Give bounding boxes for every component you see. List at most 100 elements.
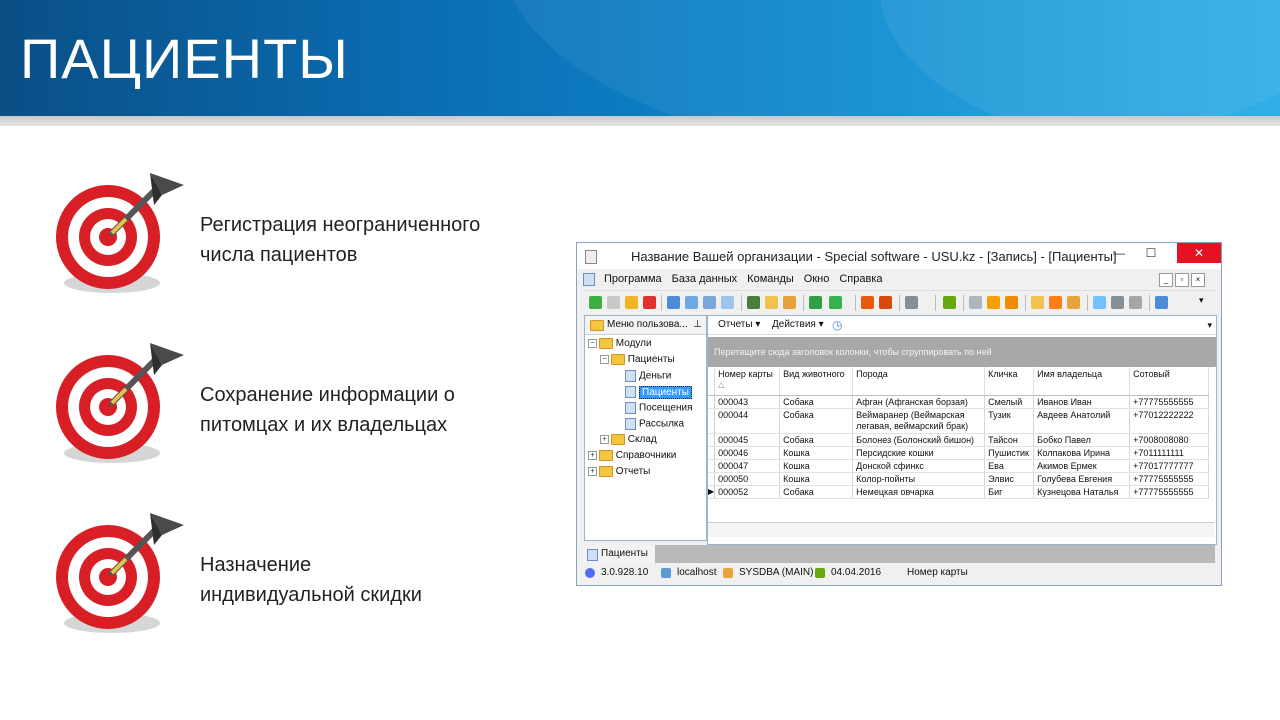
row-selector[interactable] xyxy=(708,408,716,434)
mdi-minimize-button[interactable]: _ xyxy=(1159,273,1173,287)
group-icon[interactable] xyxy=(747,296,760,309)
sound-icon[interactable] xyxy=(905,296,918,309)
cell-species[interactable]: Кошка xyxy=(779,446,854,460)
chevron-down-icon[interactable]: ▾ xyxy=(1207,316,1212,334)
cell-species[interactable]: Собака xyxy=(779,395,854,409)
cell-owner[interactable]: Иванов Иван xyxy=(1033,395,1131,409)
tree-node-warehouse[interactable]: + Склад xyxy=(600,434,657,445)
cell-breed[interactable]: Афган (Афганская борзая) xyxy=(852,395,986,409)
expand-icon[interactable]: + xyxy=(588,467,597,476)
cell-breed[interactable]: Персидские кошки xyxy=(852,446,986,460)
table-row[interactable]: 000043 Собака Афган (Афганская борзая) С… xyxy=(708,395,1210,409)
chevron-down-icon[interactable]: ▾ xyxy=(1199,295,1204,306)
table-row[interactable]: 000046 Кошка Персидские кошки Пушистик К… xyxy=(708,446,1210,460)
add-icon[interactable] xyxy=(589,296,602,309)
cell-breed[interactable]: Колор-пойнты xyxy=(852,472,986,486)
tab-patients[interactable]: Пациенты xyxy=(583,545,655,563)
row-selector[interactable] xyxy=(708,395,716,409)
row-selector[interactable] xyxy=(708,459,716,473)
cell-owner[interactable]: Акимов Ермек xyxy=(1033,459,1131,473)
tree-node-patients[interactable]: − Пациенты xyxy=(600,354,675,365)
horizontal-scrollbar[interactable] xyxy=(708,522,1214,537)
cell-species[interactable]: Кошка xyxy=(779,472,854,486)
cell-card-number[interactable]: 000052 xyxy=(714,485,781,499)
reports-menu-button[interactable]: Отчеты ▾ xyxy=(718,316,760,334)
tree-node-patients-selected[interactable]: Пациенты xyxy=(625,385,692,399)
expand-icon[interactable]: + xyxy=(600,435,609,444)
tree-node-reports[interactable]: + Отчеты xyxy=(588,466,650,477)
filter-icon[interactable] xyxy=(685,296,698,309)
tree-node-modules[interactable]: − Модули xyxy=(588,338,652,349)
menu-help[interactable]: Справка xyxy=(834,270,887,288)
column-header-owner[interactable]: Имя владельца xyxy=(1033,367,1131,396)
users-icon[interactable] xyxy=(1049,296,1062,309)
calendar-icon[interactable] xyxy=(943,296,956,309)
sort-icon[interactable] xyxy=(703,296,716,309)
tree-node-money[interactable]: Деньги xyxy=(625,370,671,382)
cell-owner[interactable]: Бобко Павел xyxy=(1033,433,1131,447)
close-button[interactable]: ✕ xyxy=(1177,243,1221,263)
edit-icon[interactable] xyxy=(625,296,638,309)
cell-card-number[interactable]: 000043 xyxy=(714,395,781,409)
cell-pet-name[interactable]: Биг xyxy=(984,485,1035,499)
sidebar-header[interactable]: Меню пользова... ⊥ xyxy=(585,316,706,335)
info-icon[interactable] xyxy=(1155,296,1168,309)
menu-window[interactable]: Окно xyxy=(799,270,835,288)
maximize-button[interactable]: ☐ xyxy=(1137,243,1165,263)
search-icon[interactable] xyxy=(667,296,680,309)
lock-icon[interactable] xyxy=(1031,296,1044,309)
tree-node-directories[interactable]: + Справочники xyxy=(588,450,676,461)
cell-breed[interactable]: Болонез (Болонский бишон) xyxy=(852,433,986,447)
export-icon[interactable] xyxy=(783,296,796,309)
copy-icon[interactable] xyxy=(607,296,620,309)
cell-phone[interactable]: +77017777777 xyxy=(1129,459,1210,473)
collapse-icon[interactable]: − xyxy=(600,355,609,364)
clock-icon[interactable]: ◷ xyxy=(832,316,842,334)
cell-owner[interactable]: Кузнецова Наталья xyxy=(1033,485,1131,499)
cell-card-number[interactable]: 000045 xyxy=(714,433,781,447)
cell-pet-name[interactable]: Ева xyxy=(984,459,1035,473)
cell-pet-name[interactable]: Элвис xyxy=(984,472,1035,486)
column-header-pet-name[interactable]: Кличка xyxy=(984,367,1035,396)
row-selector[interactable] xyxy=(708,446,716,460)
table-row[interactable]: 000045 Собака Болонез (Болонский бишон) … xyxy=(708,433,1210,447)
mdi-restore-button[interactable]: ▫ xyxy=(1175,273,1189,287)
column-header-species[interactable]: Вид животного xyxy=(779,367,854,396)
expand-icon[interactable]: + xyxy=(588,451,597,460)
group-by-area[interactable]: Перетащите сюда заголовок колонки, чтобы… xyxy=(708,337,1216,367)
cell-phone[interactable]: +7011111111 xyxy=(1129,446,1210,460)
note-icon[interactable] xyxy=(1005,296,1018,309)
cell-owner[interactable]: Голубева Евгения xyxy=(1033,472,1131,486)
new-window-icon[interactable] xyxy=(861,296,874,309)
cell-card-number[interactable]: 000044 xyxy=(714,408,781,434)
table-row[interactable]: 000044 Собака Веймаранер (Веймарская лег… xyxy=(708,408,1210,434)
cell-phone[interactable]: +7008008080 xyxy=(1129,433,1210,447)
menu-program[interactable]: Программа xyxy=(599,270,667,288)
cell-card-number[interactable]: 000047 xyxy=(714,459,781,473)
cell-card-number[interactable]: 000050 xyxy=(714,472,781,486)
column-header-breed[interactable]: Порода xyxy=(852,367,986,396)
cell-species[interactable]: Собака xyxy=(779,485,854,499)
cell-owner[interactable]: Колпакова Ирина xyxy=(1033,446,1131,460)
cell-pet-name[interactable]: Смелый xyxy=(984,395,1035,409)
cell-species[interactable]: Собака xyxy=(779,433,854,447)
pin-icon[interactable]: ⊥ xyxy=(693,316,702,334)
column-header-phone[interactable]: Сотовый xyxy=(1129,367,1210,396)
settings-icon[interactable] xyxy=(1067,296,1080,309)
folder-icon[interactable] xyxy=(765,296,778,309)
cell-phone[interactable]: +77775555555 xyxy=(1129,395,1210,409)
table-row[interactable]: ▶ 000052 Собака Немецкая овчарка Биг Куз… xyxy=(708,485,1210,499)
actions-menu-button[interactable]: Действия ▾ xyxy=(772,316,824,334)
layout-icon[interactable] xyxy=(1093,296,1106,309)
tools-icon[interactable] xyxy=(969,296,982,309)
play-icon[interactable] xyxy=(1129,296,1142,309)
collapse-icon[interactable]: − xyxy=(588,339,597,348)
palette-icon[interactable] xyxy=(987,296,1000,309)
cell-breed[interactable]: Немецкая овчарка xyxy=(852,485,986,499)
cell-pet-name[interactable]: Пушистик xyxy=(984,446,1035,460)
cell-species[interactable]: Собака xyxy=(779,408,854,434)
cell-phone[interactable]: +77775555555 xyxy=(1129,472,1210,486)
excel-export-icon[interactable] xyxy=(829,296,842,309)
table-row[interactable]: 000047 Кошка Донской сфинкс Ева Акимов Е… xyxy=(708,459,1210,473)
comment-icon[interactable] xyxy=(721,296,734,309)
